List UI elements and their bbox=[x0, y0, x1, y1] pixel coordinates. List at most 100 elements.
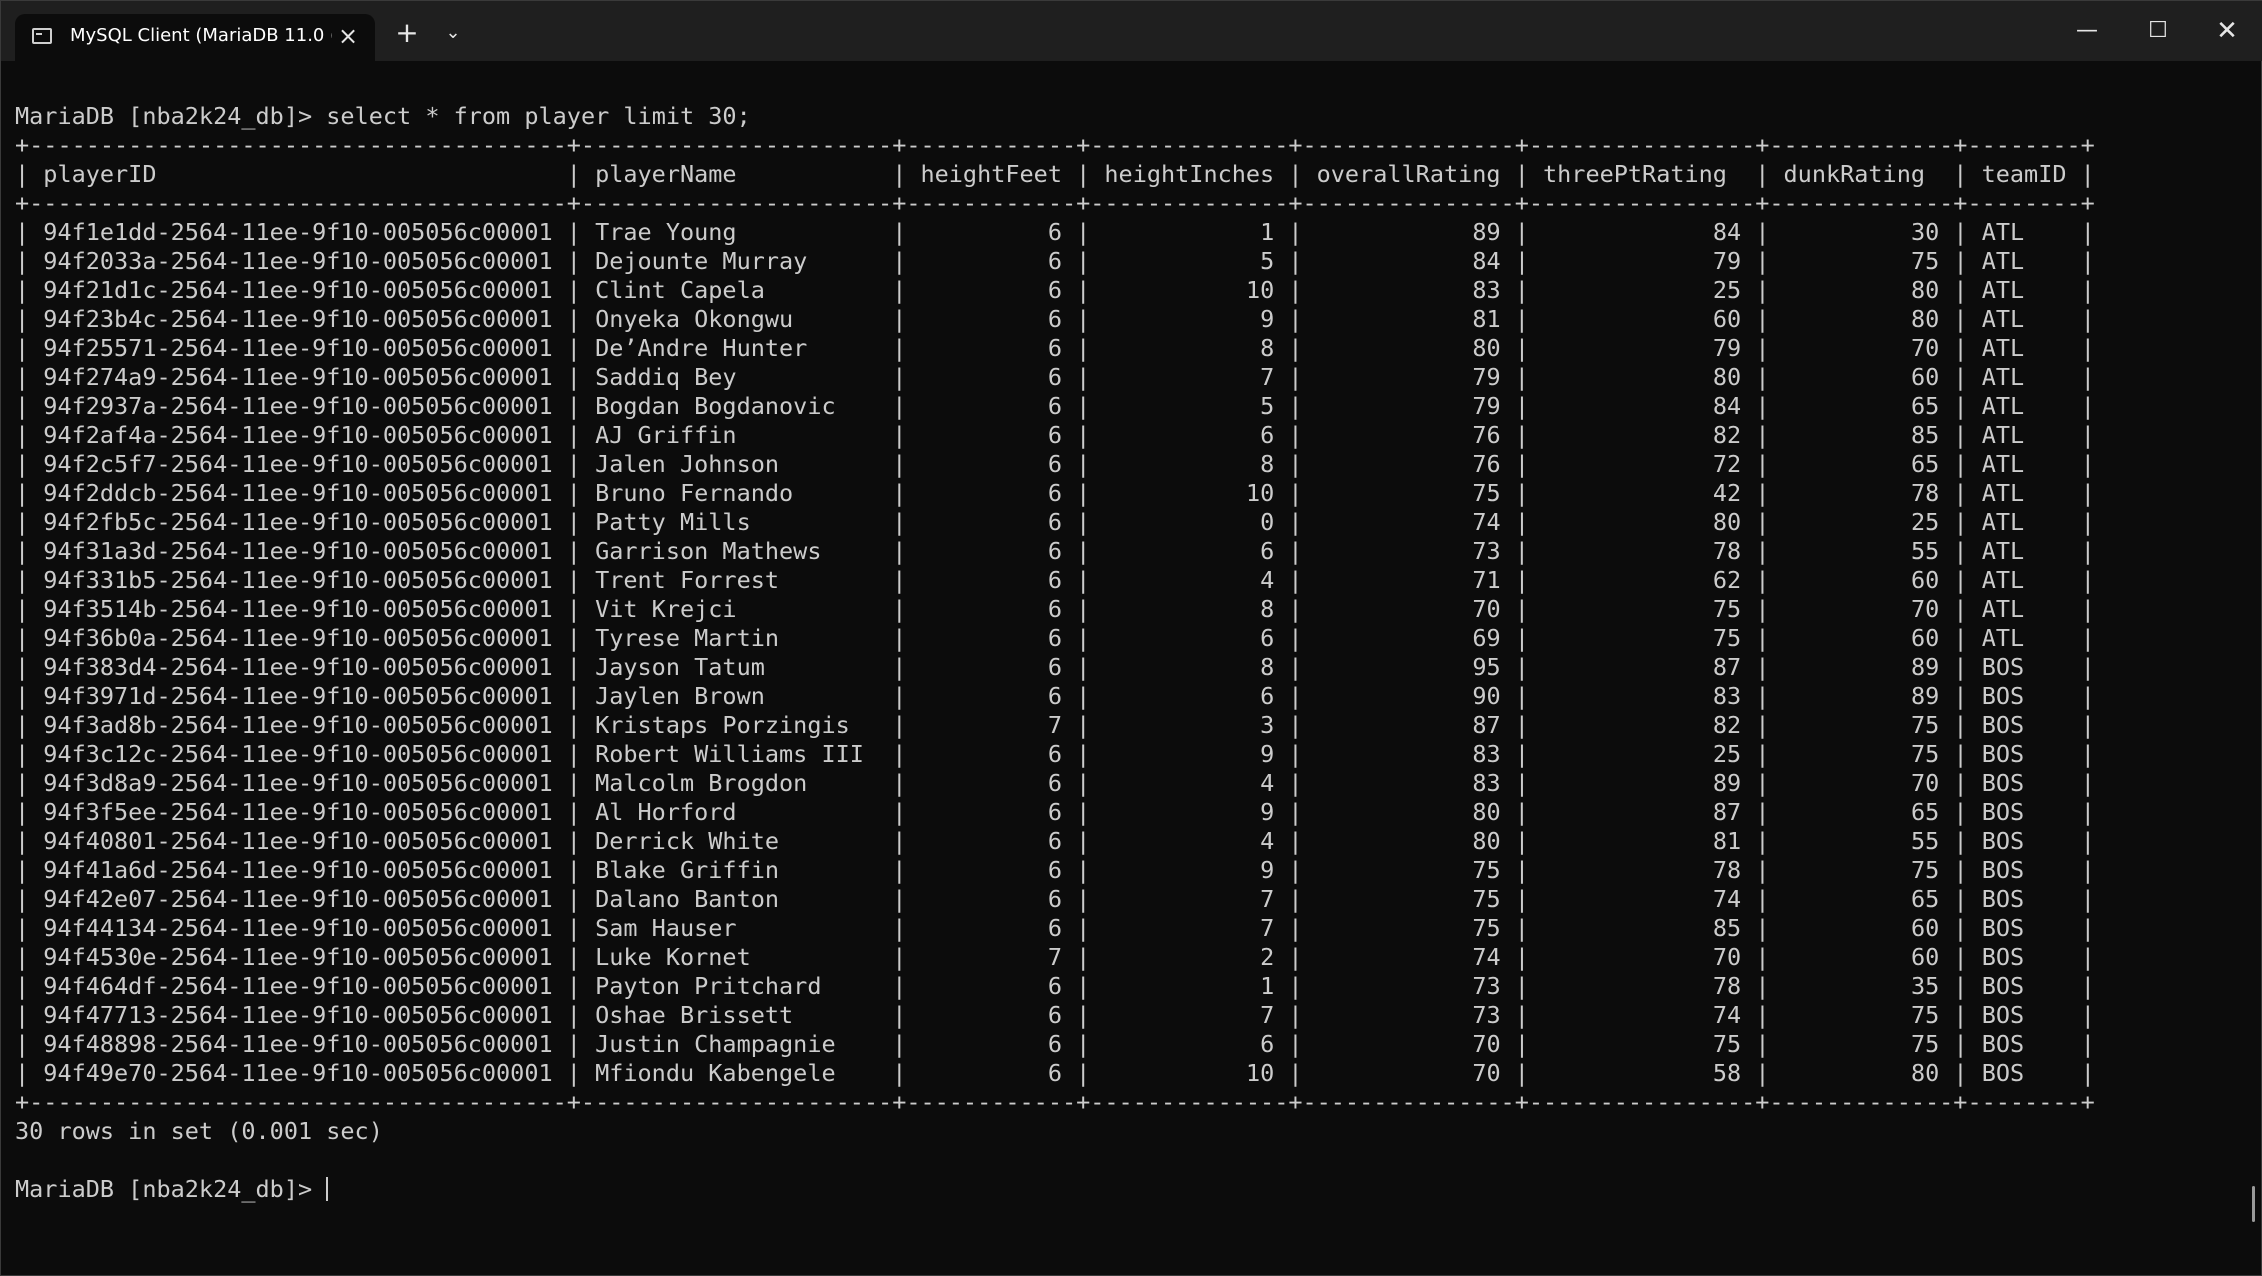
table-cell-heightfeet: 7 bbox=[1047, 943, 1063, 971]
table-cell-overallrating: 76 bbox=[1472, 450, 1501, 478]
tab-dropdown-button[interactable]: ⌄ bbox=[433, 15, 473, 51]
table-cell-heightfeet: 6 bbox=[1047, 914, 1063, 942]
close-icon: ✕ bbox=[2216, 16, 2238, 46]
table-cell-heightinches: 4 bbox=[1260, 827, 1275, 855]
table-cell-teamid: ATL bbox=[1981, 595, 2025, 623]
table-cell-teamid: BOS bbox=[1981, 972, 2025, 1000]
table-cell-heightinches: 8 bbox=[1260, 334, 1275, 362]
table-border-header: +--------------------------------------+… bbox=[15, 189, 2095, 217]
table-cell-dunkrating: 80 bbox=[1910, 305, 1940, 333]
table-cell-threeptrating: 80 bbox=[1712, 363, 1742, 391]
table-cell-playerid: 94f48898-2564-11ee-9f10-005056c00001 bbox=[43, 1030, 553, 1058]
table-cell-playerid: 94f383d4-2564-11ee-9f10-005056c00001 bbox=[43, 653, 553, 681]
table-cell-heightinches: 6 bbox=[1260, 682, 1275, 710]
table-cell-threeptrating: 82 bbox=[1712, 711, 1742, 739]
table-cell-dunkrating: 75 bbox=[1910, 711, 1940, 739]
table-cell-threeptrating: 79 bbox=[1712, 334, 1742, 362]
maximize-button[interactable]: ☐ bbox=[2124, 1, 2192, 61]
table-cell-threeptrating: 89 bbox=[1712, 769, 1742, 797]
table-cell-teamid: ATL bbox=[1981, 450, 2025, 478]
table-cell-playerid: 94f21d1c-2564-11ee-9f10-005056c00001 bbox=[43, 276, 553, 304]
table-cell-playerid: 94f3d8a9-2564-11ee-9f10-005056c00001 bbox=[43, 769, 553, 797]
table-cell-threeptrating: 25 bbox=[1712, 740, 1742, 768]
table-cell-heightfeet: 6 bbox=[1047, 566, 1063, 594]
table-cell-dunkrating: 60 bbox=[1911, 624, 1940, 652]
table-row: | 94f49e70-2564-11ee-9f10-005056c00001 |… bbox=[15, 1059, 2095, 1087]
table-cell-playername: Oshae Brissett bbox=[595, 1001, 794, 1029]
table-cell-playerid: 94f47713-2564-11ee-9f10-005056c00001 bbox=[43, 1001, 553, 1029]
table-cell-heightfeet: 6 bbox=[1047, 885, 1063, 913]
table-cell-heightfeet: 6 bbox=[1047, 740, 1063, 768]
table-cell-overallrating: 70 bbox=[1472, 1030, 1501, 1058]
table-cell-teamid: ATL bbox=[1981, 537, 2025, 565]
new-tab-button[interactable]: + bbox=[387, 15, 427, 51]
minimize-button[interactable]: — bbox=[2053, 1, 2121, 61]
table-cell-playername: Luke Kornet bbox=[595, 943, 751, 971]
table-cell-dunkrating: 75 bbox=[1911, 740, 1940, 768]
table-cell-threeptrating: 87 bbox=[1712, 653, 1742, 681]
close-window-button[interactable]: ✕ bbox=[2193, 1, 2261, 61]
table-cell-overallrating: 73 bbox=[1472, 1001, 1501, 1029]
table-cell-overallrating: 74 bbox=[1472, 943, 1501, 971]
table-cell-heightinches: 2 bbox=[1260, 943, 1275, 971]
terminal-output[interactable]: MariaDB [nba2k24_db]> select * from play… bbox=[15, 102, 2095, 1204]
table-cell-heightfeet: 6 bbox=[1047, 1030, 1063, 1058]
tab-mysql-client[interactable]: MySQL Client (MariaDB 11.0 (x64)) × bbox=[15, 14, 375, 61]
table-cell-threeptrating: 25 bbox=[1712, 276, 1742, 304]
table-cell-playername: Trae Young bbox=[595, 218, 737, 246]
table-cell-threeptrating: 78 bbox=[1712, 972, 1742, 1000]
table-cell-overallrating: 69 bbox=[1472, 624, 1501, 652]
table-cell-teamid: ATL bbox=[1981, 566, 2025, 594]
table-cell-heightinches: 5 bbox=[1260, 392, 1275, 420]
close-tab-button[interactable]: × bbox=[334, 22, 362, 50]
table-cell-overallrating: 75 bbox=[1472, 885, 1501, 913]
table-cell-overallrating: 89 bbox=[1472, 218, 1501, 246]
tab-title: MySQL Client (MariaDB 11.0 (x64)) bbox=[70, 25, 332, 46]
table-cell-threeptrating: 74 bbox=[1712, 885, 1742, 913]
title-bar[interactable]: MySQL Client (MariaDB 11.0 (x64)) × + ⌄ … bbox=[1, 1, 2262, 61]
table-cell-dunkrating: 65 bbox=[1911, 885, 1940, 913]
table-cell-heightfeet: 6 bbox=[1047, 363, 1063, 391]
table-cell-playername: Malcolm Brogdon bbox=[595, 769, 808, 797]
table-cell-threeptrating: 81 bbox=[1712, 827, 1742, 855]
table-cell-heightfeet: 6 bbox=[1047, 769, 1063, 797]
table-cell-overallrating: 79 bbox=[1472, 392, 1501, 420]
text-cursor bbox=[326, 1177, 329, 1201]
table-cell-dunkrating: 75 bbox=[1911, 247, 1940, 275]
close-icon: × bbox=[337, 22, 359, 50]
table-cell-heightinches: 7 bbox=[1260, 914, 1275, 942]
table-cell-heightinches: 9 bbox=[1260, 856, 1275, 884]
scrollbar-thumb[interactable] bbox=[2252, 1186, 2255, 1222]
table-row: | 94f2fb5c-2564-11ee-9f10-005056c00001 |… bbox=[15, 508, 2095, 536]
table-cell-playername: Blake Griffin bbox=[595, 856, 780, 884]
table-cell-overallrating: 73 bbox=[1472, 972, 1501, 1000]
table-cell-overallrating: 83 bbox=[1472, 276, 1501, 304]
table-cell-overallrating: 90 bbox=[1472, 682, 1501, 710]
table-cell-threeptrating: 75 bbox=[1712, 595, 1742, 623]
table-cell-playerid: 94f2033a-2564-11ee-9f10-005056c00001 bbox=[43, 247, 553, 275]
table-cell-teamid: BOS bbox=[1981, 798, 2025, 826]
table-cell-heightinches: 9 bbox=[1260, 305, 1275, 333]
table-cell-threeptrating: 84 bbox=[1712, 392, 1742, 420]
table-cell-heightfeet: 6 bbox=[1047, 218, 1063, 246]
table-cell-overallrating: 76 bbox=[1472, 421, 1501, 449]
table-cell-overallrating: 84 bbox=[1472, 247, 1501, 275]
table-cell-heightinches: 9 bbox=[1260, 798, 1275, 826]
table-cell-overallrating: 80 bbox=[1472, 334, 1501, 362]
table-cell-heightinches: 9 bbox=[1260, 740, 1275, 768]
table-row: | 94f44134-2564-11ee-9f10-005056c00001 |… bbox=[15, 914, 2095, 942]
table-cell-teamid: BOS bbox=[1981, 1001, 2025, 1029]
table-cell-playername: Sam Hauser bbox=[595, 914, 737, 942]
table-row: | 94f2af4a-2564-11ee-9f10-005056c00001 |… bbox=[15, 421, 2095, 449]
table-cell-playerid: 94f31a3d-2564-11ee-9f10-005056c00001 bbox=[43, 537, 553, 565]
table-cell-playername: Dalano Banton bbox=[595, 885, 780, 913]
table-cell-playerid: 94f3ad8b-2564-11ee-9f10-005056c00001 bbox=[43, 711, 553, 739]
table-cell-playername: Kristaps Porzingis bbox=[595, 711, 850, 739]
table-cell-dunkrating: 75 bbox=[1911, 1030, 1940, 1058]
table-cell-playername: AJ Griffin bbox=[595, 421, 737, 449]
table-cell-teamid: BOS bbox=[1981, 914, 2025, 942]
table-row: | 94f2033a-2564-11ee-9f10-005056c00001 |… bbox=[15, 247, 2095, 275]
table-cell-heightfeet: 6 bbox=[1047, 798, 1063, 826]
table-cell-heightfeet: 6 bbox=[1047, 334, 1063, 362]
prompt-line[interactable]: MariaDB [nba2k24_db]> bbox=[15, 1175, 329, 1203]
